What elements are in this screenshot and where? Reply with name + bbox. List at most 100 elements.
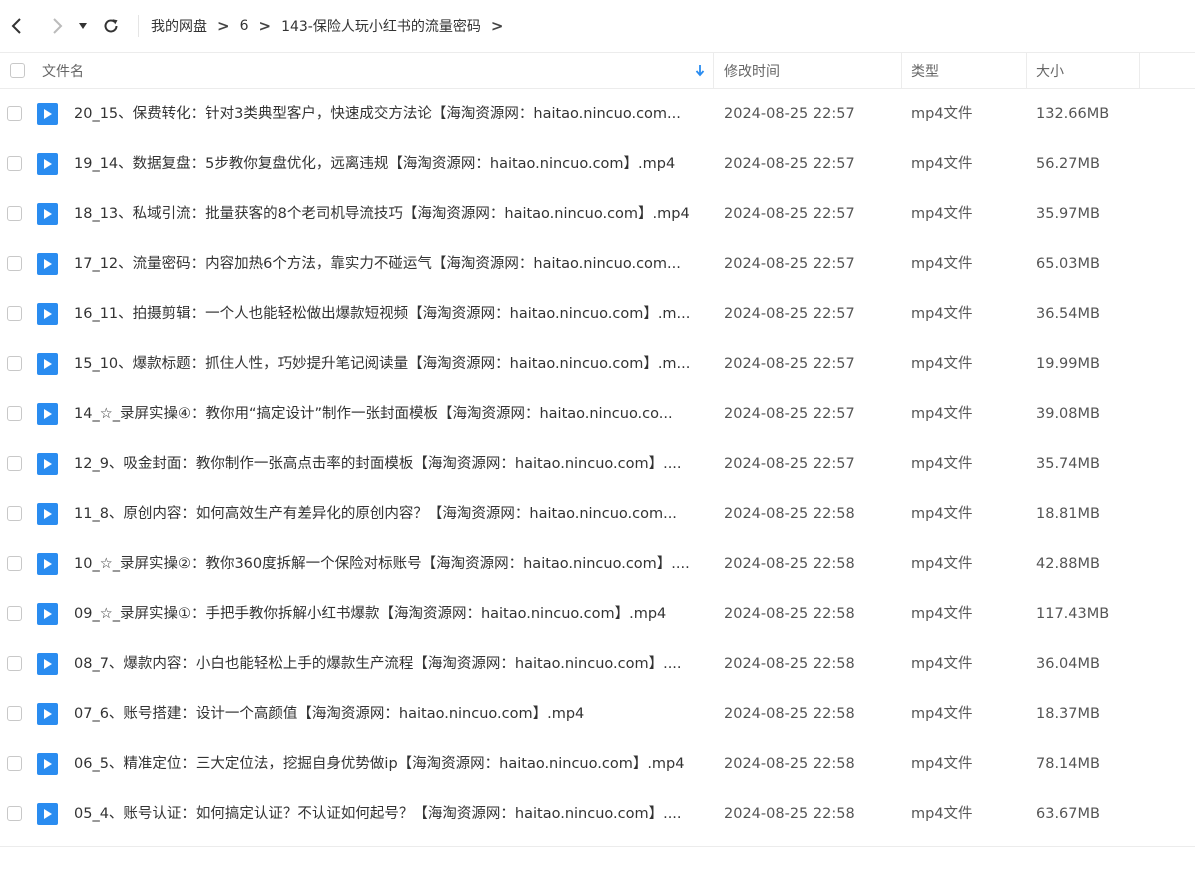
file-name[interactable]: 06_5、精准定位：三大定位法，挖掘自身优势做ip【海淘资源网：haitao.n… [74, 739, 704, 789]
row-checkbox[interactable] [7, 406, 22, 421]
file-modified-time: 2024-08-25 22:57 [724, 406, 855, 422]
row-checkbox-cell [7, 656, 22, 671]
chevron-left-icon [11, 18, 21, 34]
file-name[interactable]: 18_13、私域引流：批量获客的8个老司机导流技巧【海淘资源网：haitao.n… [74, 189, 704, 239]
file-size: 78.14MB [1036, 756, 1100, 772]
file-name[interactable]: 19_14、数据复盘：5步教你复盘优化，远离违规【海淘资源网：haitao.ni… [74, 139, 704, 189]
file-row[interactable]: 10_☆_录屏实操②：教你360度拆解一个保险对标账号【海淘资源网：haitao… [0, 539, 1195, 589]
file-type: mp4文件 [911, 606, 973, 622]
row-checkbox-cell [7, 206, 22, 221]
row-checkbox[interactable] [7, 756, 22, 771]
file-modified-time: 2024-08-25 22:58 [724, 806, 855, 822]
file-row[interactable]: 19_14、数据复盘：5步教你复盘优化，远离违规【海淘资源网：haitao.ni… [0, 139, 1195, 189]
file-type: mp4文件 [911, 706, 973, 722]
select-all-checkbox[interactable] [10, 63, 25, 78]
row-checkbox[interactable] [7, 706, 22, 721]
file-modified-time: 2024-08-25 22:58 [724, 506, 855, 522]
file-modified-time: 2024-08-25 22:57 [724, 456, 855, 472]
file-type: mp4文件 [911, 156, 973, 172]
column-header-modified-label: 修改时间 [724, 63, 780, 80]
file-size: 42.88MB [1036, 556, 1100, 572]
file-modified-time: 2024-08-25 22:58 [724, 656, 855, 672]
row-checkbox[interactable] [7, 656, 22, 671]
history-dropdown-button[interactable] [72, 11, 94, 41]
file-row[interactable]: 16_11、拍摄剪辑：一个人也能轻松做出爆款短视频【海淘资源网：haitao.n… [0, 289, 1195, 339]
row-checkbox[interactable] [7, 306, 22, 321]
file-size: 132.66MB [1036, 106, 1110, 122]
row-checkbox[interactable] [7, 456, 22, 471]
file-type: mp4文件 [911, 356, 973, 372]
file-name[interactable]: 15_10、爆款标题：抓住人性，巧妙提升笔记阅读量【海淘资源网：haitao.n… [74, 339, 704, 389]
file-name[interactable]: 16_11、拍摄剪辑：一个人也能轻松做出爆款短视频【海淘资源网：haitao.n… [74, 289, 704, 339]
file-size: 56.27MB [1036, 156, 1100, 172]
breadcrumb-expand-icon[interactable]: > [491, 17, 504, 35]
back-button[interactable] [2, 11, 32, 41]
row-checkbox-cell [7, 156, 22, 171]
video-file-icon [37, 353, 58, 375]
file-modified-time: 2024-08-25 22:57 [724, 156, 855, 172]
column-header-type[interactable]: 类型 [902, 53, 1027, 88]
breadcrumb-item-folder[interactable]: 6 [240, 18, 249, 34]
file-name[interactable]: 14_☆_录屏实操④：教你用“搞定设计”制作一张封面模板【海淘资源网：haita… [74, 389, 704, 439]
file-row[interactable]: 11_8、原创内容：如何高效生产有差异化的原创内容？【海淘资源网：haitao.… [0, 489, 1195, 539]
row-checkbox[interactable] [7, 256, 22, 271]
file-modified-time: 2024-08-25 22:57 [724, 306, 855, 322]
file-size: 63.67MB [1036, 806, 1100, 822]
file-size: 36.04MB [1036, 656, 1100, 672]
row-checkbox[interactable] [7, 106, 22, 121]
file-row[interactable]: 09_☆_录屏实操①：手把手教你拆解小红书爆款【海淘资源网：haitao.nin… [0, 589, 1195, 639]
file-modified-time: 2024-08-25 22:58 [724, 606, 855, 622]
row-checkbox-cell [7, 806, 22, 821]
row-checkbox[interactable] [7, 606, 22, 621]
file-size: 39.08MB [1036, 406, 1100, 422]
file-row[interactable]: 15_10、爆款标题：抓住人性，巧妙提升笔记阅读量【海淘资源网：haitao.n… [0, 339, 1195, 389]
file-name[interactable]: 07_6、账号搭建：设计一个高颜值【海淘资源网：haitao.nincuo.co… [74, 689, 704, 739]
row-checkbox[interactable] [7, 156, 22, 171]
file-modified-time: 2024-08-25 22:57 [724, 356, 855, 372]
row-checkbox[interactable] [7, 356, 22, 371]
row-checkbox[interactable] [7, 556, 22, 571]
file-row[interactable]: 18_13、私域引流：批量获客的8个老司机导流技巧【海淘资源网：haitao.n… [0, 189, 1195, 239]
file-row[interactable]: 20_15、保费转化：针对3类典型客户，快速成交方法论【海淘资源网：haitao… [0, 89, 1195, 139]
row-checkbox-cell [7, 256, 22, 271]
file-row[interactable]: 05_4、账号认证：如何搞定认证？不认证如何起号？【海淘资源网：haitao.n… [0, 789, 1195, 839]
column-header-size[interactable]: 大小 [1027, 53, 1140, 88]
column-header-modified[interactable]: 修改时间 [714, 53, 902, 88]
file-name[interactable]: 05_4、账号认证：如何搞定认证？不认证如何起号？【海淘资源网：haitao.n… [74, 789, 704, 839]
file-row[interactable]: 06_5、精准定位：三大定位法，挖掘自身优势做ip【海淘资源网：haitao.n… [0, 739, 1195, 789]
column-header-name[interactable]: 文件名 [42, 53, 714, 88]
column-header-type-label: 类型 [911, 63, 939, 80]
file-type: mp4文件 [911, 806, 973, 822]
breadcrumb-item-current[interactable]: 143-保险人玩小红书的流量密码 [281, 16, 481, 36]
file-type: mp4文件 [911, 506, 973, 522]
row-checkbox[interactable] [7, 806, 22, 821]
breadcrumb-item-root[interactable]: 我的网盘 [151, 16, 207, 36]
file-type: mp4文件 [911, 456, 973, 472]
file-row[interactable]: 17_12、流量密码：内容加热6个方法，靠实力不碰运气【海淘资源网：haitao… [0, 239, 1195, 289]
breadcrumb-separator-icon: > [258, 17, 272, 35]
file-row[interactable]: 07_6、账号搭建：设计一个高颜值【海淘资源网：haitao.nincuo.co… [0, 689, 1195, 739]
file-name[interactable]: 09_☆_录屏实操①：手把手教你拆解小红书爆款【海淘资源网：haitao.nin… [74, 589, 704, 639]
file-name[interactable]: 12_9、吸金封面：教你制作一张高点击率的封面模板【海淘资源网：haitao.n… [74, 439, 704, 489]
chevron-right-icon [53, 18, 63, 34]
file-name[interactable]: 17_12、流量密码：内容加热6个方法，靠实力不碰运气【海淘资源网：haitao… [74, 239, 704, 289]
file-name[interactable]: 08_7、爆款内容：小白也能轻松上手的爆款生产流程【海淘资源网：haitao.n… [74, 639, 704, 689]
video-file-icon [37, 253, 58, 275]
file-row[interactable]: 14_☆_录屏实操④：教你用“搞定设计”制作一张封面模板【海淘资源网：haita… [0, 389, 1195, 439]
forward-button[interactable] [42, 11, 72, 41]
video-file-icon [37, 503, 58, 525]
column-header-size-label: 大小 [1036, 63, 1064, 80]
list-bottom-divider [0, 846, 1195, 847]
video-file-icon [37, 553, 58, 575]
row-checkbox-cell [7, 306, 22, 321]
row-checkbox[interactable] [7, 506, 22, 521]
file-name[interactable]: 20_15、保费转化：针对3类典型客户，快速成交方法论【海淘资源网：haitao… [74, 89, 704, 139]
refresh-button[interactable] [96, 11, 126, 41]
file-name[interactable]: 11_8、原创内容：如何高效生产有差异化的原创内容？【海淘资源网：haitao.… [74, 489, 704, 539]
file-name[interactable]: 10_☆_录屏实操②：教你360度拆解一个保险对标账号【海淘资源网：haitao… [74, 539, 704, 589]
video-file-icon [37, 203, 58, 225]
file-size: 36.54MB [1036, 306, 1100, 322]
file-row[interactable]: 12_9、吸金封面：教你制作一张高点击率的封面模板【海淘资源网：haitao.n… [0, 439, 1195, 489]
row-checkbox[interactable] [7, 206, 22, 221]
file-row[interactable]: 08_7、爆款内容：小白也能轻松上手的爆款生产流程【海淘资源网：haitao.n… [0, 639, 1195, 689]
